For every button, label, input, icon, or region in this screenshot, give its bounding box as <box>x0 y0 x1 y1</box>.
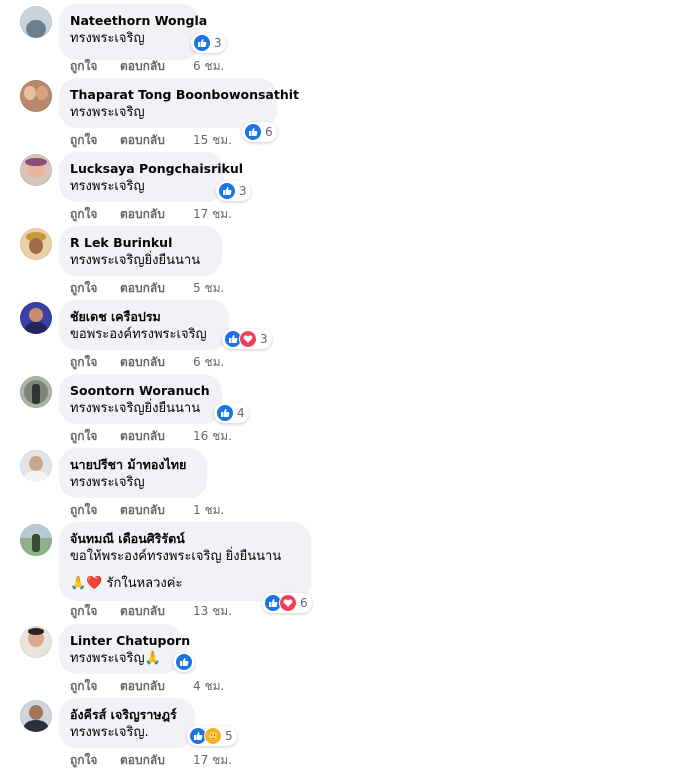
comment-text: ทรงพระเจริญ <box>70 31 145 46</box>
comment-timestamp[interactable]: 6 ชม. <box>193 354 224 370</box>
comment-text: ทรงพระเจริญ🙏 <box>70 651 161 666</box>
comment-author[interactable]: ชัยเดช เครือปรม <box>70 308 217 325</box>
comment-author[interactable]: Linter Chatuporn <box>70 632 190 649</box>
reaction-summary[interactable] <box>173 652 195 672</box>
reply-button[interactable]: ตอบกลับ <box>120 678 193 694</box>
comment-text: ทรงพระเจริญยิ่งยืนนาน <box>70 253 201 268</box>
like-button[interactable]: ถูกใจ <box>70 58 120 74</box>
comment-text: ขอพระองค์ทรงพระเจริญ <box>70 327 207 342</box>
comment-text: ทรงพระเจริญ <box>70 105 145 120</box>
avatar[interactable] <box>20 80 52 112</box>
reply-button[interactable]: ตอบกลับ <box>120 752 193 768</box>
like-button[interactable]: ถูกใจ <box>70 428 120 444</box>
comment-author[interactable]: Soontorn Woranuch <box>70 382 210 399</box>
reaction-count: 6 <box>265 125 273 139</box>
comment-timestamp[interactable]: 5 ชม. <box>193 280 224 296</box>
reply-button[interactable]: ตอบกลับ <box>120 502 193 518</box>
avatar[interactable] <box>20 302 52 334</box>
comment-timestamp[interactable]: 16 ชม. <box>193 428 232 444</box>
comment-bubble: Lucksaya Pongchaisrikul ทรงพระเจริญ <box>59 152 243 202</box>
comment-author[interactable]: Lucksaya Pongchaisrikul <box>70 160 243 177</box>
like-button[interactable]: ถูกใจ <box>70 354 120 370</box>
comment-bubble: Soontorn Woranuch ทรงพระเจริญยิ่งยืนนาน <box>59 374 222 424</box>
reply-button[interactable]: ตอบกลับ <box>120 132 193 148</box>
like-reaction-icon <box>193 34 211 52</box>
reply-button[interactable]: ตอบกลับ <box>120 206 193 222</box>
avatar[interactable] <box>20 154 52 186</box>
reaction-summary[interactable]: 3 <box>191 33 226 53</box>
comment-text: ทรงพระเจริญ. <box>70 725 149 740</box>
comment-timestamp[interactable]: 17 ชม. <box>193 206 232 222</box>
comment-timestamp[interactable]: 17 ชม. <box>193 752 232 768</box>
avatar[interactable] <box>20 6 52 38</box>
reply-button[interactable]: ตอบกลับ <box>120 603 193 619</box>
like-button[interactable]: ถูกใจ <box>70 502 120 518</box>
comment-bubble: จันทมณี เดือนศิริรัตน์ ขอให้พระองค์ทรงพร… <box>59 522 311 601</box>
comment-author[interactable]: จันทมณี เดือนศิริรัตน์ <box>70 530 299 547</box>
comment-timestamp[interactable]: 6 ชม. <box>193 58 224 74</box>
avatar[interactable] <box>20 524 52 556</box>
like-button[interactable]: ถูกใจ <box>70 280 120 296</box>
comment-author[interactable]: R Lek Burinkul <box>70 234 210 251</box>
like-reaction-icon <box>216 404 234 422</box>
avatar[interactable] <box>20 450 52 482</box>
comment-bubble: ชัยเดช เครือปรม ขอพระองค์ทรงพระเจริญ <box>59 300 229 350</box>
comment-bubble: Linter Chatuporn ทรงพระเจริญ🙏 <box>59 624 190 674</box>
comment-text: ทรงพระเจริญยิ่งยืนนาน <box>70 401 201 416</box>
comment-author[interactable]: นายปรีชา ม้าทองไทย <box>70 456 195 473</box>
like-reaction-icon <box>218 182 236 200</box>
comment-author[interactable]: อังคีรส์ เจริญราษฎร์ <box>70 706 183 723</box>
like-button[interactable]: ถูกใจ <box>70 752 120 768</box>
comment-bubble: Nateethorn Wongla ทรงพระเจริญ <box>59 4 207 60</box>
reply-button[interactable]: ตอบกลับ <box>120 354 193 370</box>
comment-text: ทรงพระเจริญ <box>70 179 145 194</box>
reaction-summary[interactable]: 5 <box>187 726 237 746</box>
reaction-count: 3 <box>260 332 268 346</box>
comment-timestamp[interactable]: 4 ชม. <box>193 678 224 694</box>
reaction-count: 3 <box>239 184 247 198</box>
like-button[interactable]: ถูกใจ <box>70 132 120 148</box>
comment-text-line2: 🙏❤️ รักในหลวงค่ะ <box>70 576 183 591</box>
reaction-summary[interactable]: 4 <box>214 403 249 423</box>
comment-bubble: อังคีรส์ เจริญราษฎร์ ทรงพระเจริญ. <box>59 698 195 748</box>
comment-timestamp[interactable]: 1 ชม. <box>193 502 224 518</box>
reaction-count: 3 <box>214 36 222 50</box>
like-reaction-icon <box>175 653 193 671</box>
like-reaction-icon <box>244 123 262 141</box>
reaction-summary[interactable]: 6 <box>242 122 277 142</box>
comment-timestamp[interactable]: 15 ชม. <box>193 132 232 148</box>
comment-text: ทรงพระเจริญ <box>70 475 145 490</box>
reaction-count: 6 <box>300 596 308 610</box>
comment-author[interactable]: Nateethorn Wongla <box>70 12 207 29</box>
comment-timestamp[interactable]: 13 ชม. <box>193 603 232 619</box>
avatar[interactable] <box>20 376 52 408</box>
avatar[interactable] <box>20 626 52 658</box>
comment-bubble: R Lek Burinkul ทรงพระเจริญยิ่งยืนนาน <box>59 226 222 276</box>
love-reaction-icon <box>279 594 297 612</box>
comment-bubble: นายปรีชา ม้าทองไทย ทรงพระเจริญ <box>59 448 207 498</box>
like-button[interactable]: ถูกใจ <box>70 678 120 694</box>
care-reaction-icon <box>204 727 222 745</box>
reply-button[interactable]: ตอบกลับ <box>120 428 193 444</box>
reaction-summary[interactable]: 3 <box>222 329 272 349</box>
reaction-summary[interactable]: 6 <box>262 593 312 613</box>
comment-text: ขอให้พระองค์ทรงพระเจริญ ยิ่งยืนนาน <box>70 549 282 564</box>
like-button[interactable]: ถูกใจ <box>70 206 120 222</box>
avatar[interactable] <box>20 228 52 260</box>
reaction-summary[interactable]: 3 <box>216 181 251 201</box>
comment-author[interactable]: Thaparat Tong Boonbowonsathit <box>70 86 299 103</box>
reaction-count: 4 <box>237 406 245 420</box>
avatar[interactable] <box>20 700 52 732</box>
comment-bubble: Thaparat Tong Boonbowonsathit ทรงพระเจริ… <box>59 78 299 128</box>
love-reaction-icon <box>239 330 257 348</box>
like-button[interactable]: ถูกใจ <box>70 603 120 619</box>
reaction-count: 5 <box>225 729 233 743</box>
reply-button[interactable]: ตอบกลับ <box>120 58 193 74</box>
reply-button[interactable]: ตอบกลับ <box>120 280 193 296</box>
